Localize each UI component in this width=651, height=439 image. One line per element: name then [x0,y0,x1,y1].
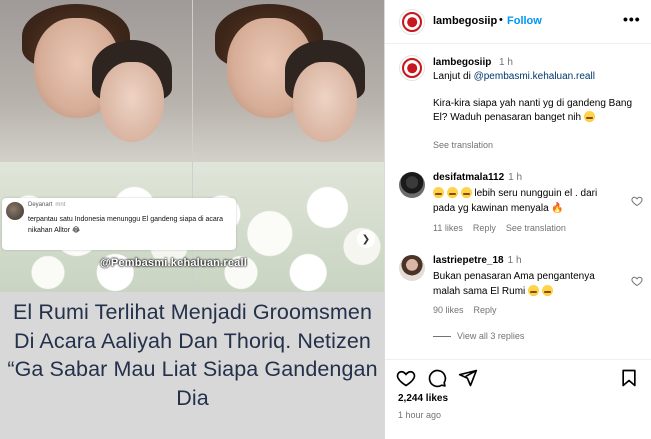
comment-body: Bukan penasaran Ama pengantenya malah sa… [433,271,595,297]
post-timestamp: 1 hour ago [398,410,442,420]
instagram-post-view: Deyanart mnt terpantau satu Indonesia men… [0,0,651,439]
view-replies-label: View all 3 replies [457,331,525,341]
like-heart-icon[interactable] [396,368,416,388]
laughing-emoji-icon [583,110,595,122]
like-comment-heart-icon[interactable] [631,275,643,287]
like-comment-heart-icon[interactable] [631,195,643,207]
laughing-emoji-icon [433,187,444,198]
comment-time: 1 h [508,172,523,183]
caption-username[interactable]: lambegosiip [433,57,491,68]
laughing-emoji-icon [541,285,553,296]
post-media[interactable]: Deyanart mnt terpantau satu Indonesia men… [0,0,385,439]
comment-meta: 11 likes Reply See translation [433,223,576,233]
media-headline: El Rumi Terlihat Menjadi Groomsmen Di Ac… [7,300,378,410]
comment-username[interactable]: lastriepetre_18 [433,255,504,266]
comment-meta: 90 likes Reply [433,305,507,315]
comment-see-translation[interactable]: See translation [506,223,566,233]
embedded-comment-card: Deyanart mnt terpantau satu Indonesia men… [2,198,236,250]
save-bookmark-icon[interactable] [619,368,639,388]
media-watermark: @Pembasmi.kehaluan.reall [100,257,247,269]
comments-feed[interactable]: lambegosiip 1 h Lanjut di @pembasmi.keha… [385,45,651,359]
caption-body-text: Kira-kira siapa yah nanti yg di gandeng … [433,98,633,123]
more-options-button[interactable]: ••• [623,11,641,27]
post-actions: 2,244 likes 1 hour ago [385,359,651,439]
media-caption-panel: El Rumi Terlihat Menjadi Groomsmen Di Ac… [0,292,384,439]
caption-prefix: Lanjut di [433,71,474,82]
comment-reply-button[interactable]: Reply [474,305,497,315]
comment-avatar[interactable] [399,255,425,281]
next-slide-button[interactable]: ❯ [357,230,375,248]
laughing-emoji-icon [460,187,472,198]
comment-text: Bukan penasaran Ama pengantenya malah sa… [433,269,613,299]
view-replies-button[interactable]: View all 3 replies [433,331,524,341]
comment-avatar[interactable] [399,172,425,198]
post-sidebar: lambegosiip • Follow ••• lambegosiip 1 h… [385,0,651,439]
comment-header: desifatmala112 1 h [433,172,522,183]
caption-line: Lanjut di @pembasmi.kehaluan.reall [433,71,643,82]
comment-likes[interactable]: 90 likes [433,305,464,315]
caption-avatar[interactable] [399,55,425,81]
follow-button[interactable]: Follow [507,15,542,27]
header-separator: • [499,14,503,26]
replies-divider [433,336,451,338]
post-photo: Deyanart mnt terpantau satu Indonesia men… [0,0,384,292]
comment-username[interactable]: desifatmala112 [433,172,504,183]
comment-header: lastriepetre_18 1 h [433,255,522,266]
comment-reply-button[interactable]: Reply [473,223,496,233]
laughing-emoji-icon [528,285,540,296]
share-send-icon[interactable] [458,368,478,388]
profile-avatar[interactable] [399,9,425,35]
embedded-comment-author: Deyanart mnt [28,202,66,208]
post-likes-count[interactable]: 2,244 likes [398,393,448,404]
comment-bubble-icon[interactable] [427,368,447,388]
caption-see-translation[interactable]: See translation [433,140,493,150]
post-header: lambegosiip • Follow ••• [385,0,651,44]
caption-body: Kira-kira siapa yah nanti yg di gandeng … [433,97,648,124]
comment-likes[interactable]: 11 likes [433,223,463,233]
comment-text: lebih seru nungguin el . dari pada yg ka… [433,186,613,216]
comment-time: 1 h [507,255,522,266]
chevron-right-icon: ❯ [361,233,371,245]
laughing-emoji-icon [446,187,458,198]
header-username[interactable]: lambegosiip [433,15,497,27]
embedded-comment-avatar [6,202,24,220]
caption-time: 1 h [499,57,513,68]
caption-mention-link[interactable]: @pembasmi.kehaluan.reall [474,71,595,82]
embedded-comment-text: terpantau satu Indonesia menunggu El gan… [28,216,223,234]
